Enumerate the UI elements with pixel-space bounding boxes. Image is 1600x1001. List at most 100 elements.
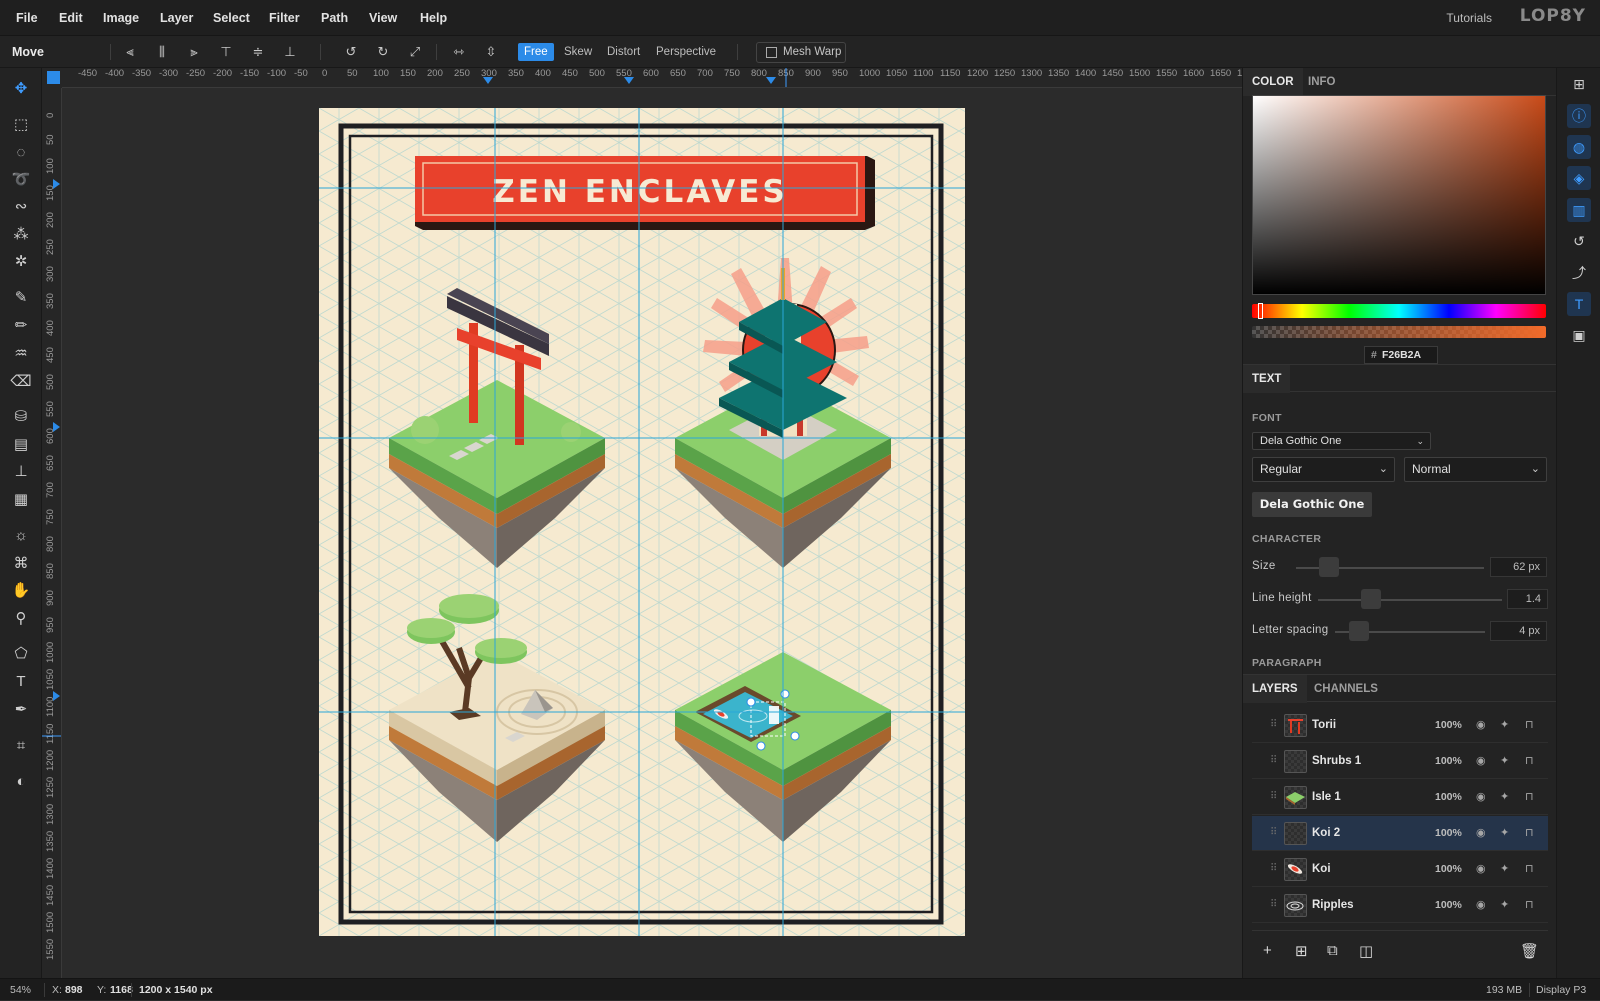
- polygon-tool-icon[interactable]: ⬠: [9, 642, 33, 666]
- line-height-value-field[interactable]: 1.4: [1507, 589, 1548, 609]
- effects-icon[interactable]: ✦: [1500, 816, 1509, 851]
- tab-info[interactable]: INFO: [1299, 68, 1344, 96]
- align-center-v-icon[interactable]: ≑: [247, 42, 269, 62]
- burn-tool-icon[interactable]: ⌘: [9, 552, 33, 576]
- effects-icon[interactable]: ✦: [1500, 744, 1509, 779]
- tab-channels[interactable]: CHANNELS: [1305, 675, 1387, 703]
- flip-horizontal-icon[interactable]: ⇿: [448, 42, 470, 62]
- effects-icon[interactable]: ✦: [1500, 852, 1509, 887]
- gradient-tool-icon[interactable]: ▤: [9, 433, 33, 457]
- effects-icon[interactable]: ✦: [1500, 888, 1509, 923]
- ellipse-select-tool-icon[interactable]: ◌: [9, 141, 33, 165]
- text-panel-icon[interactable]: T: [1567, 292, 1591, 316]
- flip-vertical-icon[interactable]: ⇳: [480, 42, 502, 62]
- new-group-icon[interactable]: ⊞: [1295, 942, 1308, 960]
- layer-name[interactable]: Koi: [1312, 852, 1331, 887]
- hex-color-field[interactable]: # F26B2A: [1364, 346, 1438, 364]
- menu-filter[interactable]: Filter: [269, 0, 300, 36]
- mode-distort-button[interactable]: Distort: [601, 43, 646, 61]
- menu-edit[interactable]: Edit: [59, 0, 83, 36]
- font-variant-select[interactable]: Normal ⌄: [1404, 457, 1547, 482]
- layer-opacity[interactable]: 100%: [1435, 852, 1462, 887]
- lock-icon[interactable]: ⊓: [1525, 744, 1534, 779]
- drag-handle-icon[interactable]: ⠿: [1270, 755, 1277, 766]
- menu-view[interactable]: View: [369, 0, 397, 36]
- menu-help[interactable]: Help: [420, 0, 447, 36]
- layer-name[interactable]: Ripples: [1312, 888, 1354, 923]
- paint-bucket-tool-icon[interactable]: ⛁: [9, 405, 33, 429]
- pen-tool-icon[interactable]: ✒: [9, 698, 33, 722]
- drag-handle-icon[interactable]: ⠿: [1270, 719, 1277, 730]
- eye-icon[interactable]: ◉: [1476, 816, 1486, 851]
- letter-spacing-value-field[interactable]: 4 px: [1490, 621, 1547, 641]
- lock-icon[interactable]: ⊓: [1525, 852, 1534, 887]
- alpha-slider[interactable]: [1252, 326, 1546, 338]
- tab-color[interactable]: COLOR: [1243, 68, 1303, 96]
- expand-icon[interactable]: ⤢: [404, 42, 426, 62]
- layer-opacity[interactable]: 100%: [1435, 888, 1462, 923]
- align-center-h-icon[interactable]: ⫼: [151, 42, 173, 62]
- delete-layer-icon[interactable]: 🗑: [1520, 942, 1539, 960]
- map-icon[interactable]: ⊞: [1567, 72, 1591, 96]
- eye-icon[interactable]: ◉: [1476, 780, 1486, 815]
- size-slider-thumb[interactable]: [1319, 557, 1339, 577]
- drag-handle-icon[interactable]: ⠿: [1270, 827, 1277, 838]
- mode-free-button[interactable]: Free: [518, 43, 554, 61]
- eye-icon[interactable]: ◉: [1476, 888, 1486, 923]
- rect-select-tool-icon[interactable]: ⬚: [9, 113, 33, 137]
- lock-icon[interactable]: ⊓: [1525, 888, 1534, 923]
- film-tool-icon[interactable]: ▦: [9, 488, 33, 512]
- effects-icon[interactable]: ✦: [1500, 780, 1509, 815]
- drag-handle-icon[interactable]: ⠿: [1270, 863, 1277, 874]
- mode-perspective-button[interactable]: Perspective: [650, 43, 722, 61]
- layer-row[interactable]: ⠿ Koi 100% ◉ ✦ ⊓: [1252, 852, 1548, 887]
- contrast-icon[interactable]: ◐: [9, 770, 33, 794]
- columns-icon[interactable]: ▥: [1567, 198, 1591, 222]
- menu-image[interactable]: Image: [103, 0, 139, 36]
- align-left-icon[interactable]: ⫷: [119, 42, 141, 62]
- font-family-select[interactable]: Dela Gothic One ⌄: [1252, 432, 1431, 450]
- eye-icon[interactable]: ◉: [1476, 852, 1486, 887]
- text-tool-icon[interactable]: T: [9, 670, 33, 694]
- canvas-area[interactable]: ZEN ENCLAVES: [62, 88, 1242, 978]
- mesh-warp-button[interactable]: Mesh Warp: [756, 42, 846, 63]
- layer-row[interactable]: ⠿ Shrubs 1 100% ◉ ✦ ⊓: [1252, 744, 1548, 779]
- image-edit-icon[interactable]: ▣: [1567, 323, 1591, 347]
- lock-icon[interactable]: ⊓: [1525, 708, 1534, 743]
- font-style-select[interactable]: Regular ⌄: [1252, 457, 1395, 482]
- hand-tool-icon[interactable]: ✋: [9, 579, 33, 603]
- size-value-field[interactable]: 62 px: [1490, 557, 1547, 577]
- duplicate-layer-icon[interactable]: ⧉: [1327, 942, 1338, 959]
- hue-slider[interactable]: [1252, 304, 1546, 318]
- zoom-level[interactable]: 54%: [10, 979, 31, 1001]
- ruler-origin-button[interactable]: [47, 71, 60, 84]
- move-tool-icon[interactable]: ✥: [9, 77, 33, 101]
- layer-opacity[interactable]: 100%: [1435, 744, 1462, 779]
- layer-name[interactable]: Torii: [1312, 708, 1336, 743]
- horizontal-ruler[interactable]: -450 -400 -350 -300 -250 -200 -150 -100 …: [62, 68, 1242, 88]
- layer-name[interactable]: Koi 2: [1312, 816, 1340, 851]
- quick-select-tool-icon[interactable]: ✲: [9, 250, 33, 274]
- drag-handle-icon[interactable]: ⠿: [1270, 791, 1277, 802]
- rotate-right-icon[interactable]: ↻: [372, 42, 394, 62]
- color-picker-field[interactable]: [1252, 95, 1546, 295]
- menu-path[interactable]: Path: [321, 0, 348, 36]
- layer-mask-icon[interactable]: ◫: [1359, 942, 1373, 960]
- align-bottom-icon[interactable]: ⊥: [279, 42, 301, 62]
- brush-tool-icon[interactable]: ✎: [9, 286, 33, 310]
- history-icon[interactable]: ↺: [1567, 229, 1591, 253]
- magic-wand-tool-icon[interactable]: ⁂: [9, 223, 33, 247]
- align-right-icon[interactable]: ⫸: [183, 42, 205, 62]
- stamp-tool-icon[interactable]: ⊥: [9, 460, 33, 484]
- layer-row[interactable]: ⠿ Isle 1 100% ◉ ✦ ⊓: [1252, 780, 1548, 815]
- menu-select[interactable]: Select: [213, 0, 250, 36]
- layer-row[interactable]: ⠿ Ripples 100% ◉ ✦ ⊓: [1252, 888, 1548, 923]
- spray-tool-icon[interactable]: ♒: [9, 342, 33, 366]
- tab-text[interactable]: TEXT: [1243, 365, 1291, 393]
- eyedropper-tool-icon[interactable]: ⚲: [9, 607, 33, 631]
- menu-layer[interactable]: Layer: [160, 0, 193, 36]
- layer-row[interactable]: ⠿ Torii 100% ◉ ✦ ⊓: [1252, 708, 1548, 743]
- eraser-tool-icon[interactable]: ⌫: [9, 370, 33, 394]
- palette-icon[interactable]: ◍: [1567, 135, 1591, 159]
- dodge-tool-icon[interactable]: ☼: [9, 524, 33, 548]
